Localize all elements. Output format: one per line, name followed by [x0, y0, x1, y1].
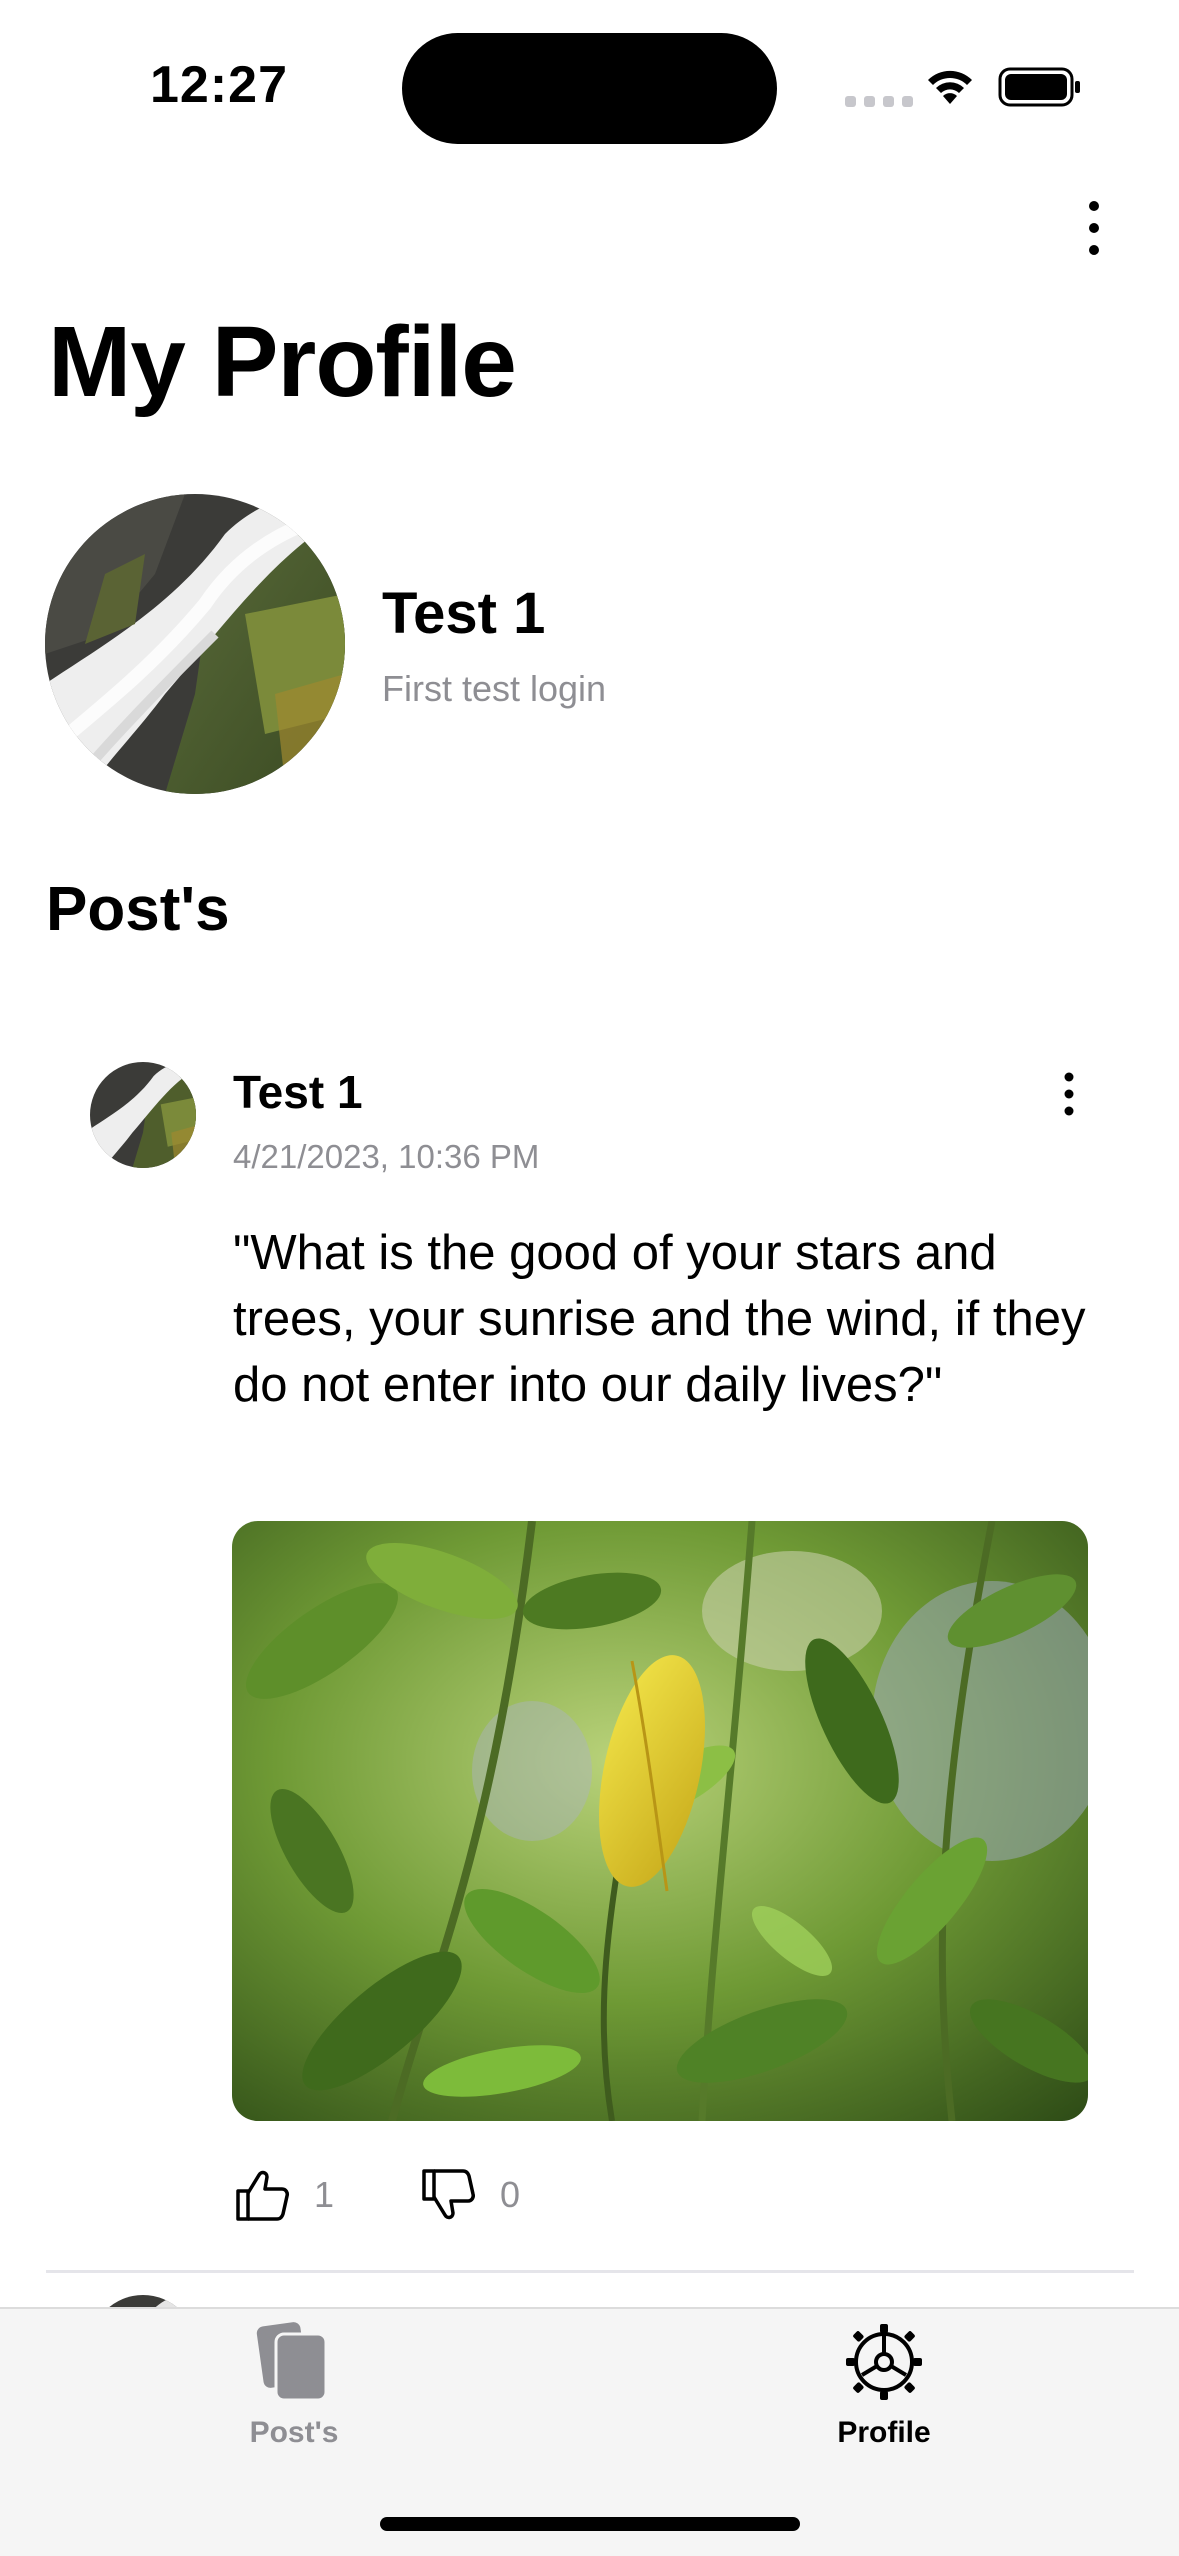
post-author-avatar[interactable]: [90, 1062, 196, 1168]
like-button[interactable]: 1: [232, 2160, 334, 2230]
page-title: My Profile: [48, 306, 517, 418]
dynamic-island: [402, 33, 777, 144]
post-image[interactable]: [232, 1521, 1088, 2121]
gear-icon: [846, 2324, 922, 2400]
thumbs-down-icon: [422, 2169, 475, 2220]
status-time: 12:27: [150, 56, 288, 114]
dislike-count: 0: [500, 2174, 521, 2215]
tab-posts-label: Post's: [249, 2416, 339, 2449]
post-author-name: Test 1: [233, 1066, 363, 1118]
post-divider: [46, 2270, 1134, 2273]
post-more-options-button[interactable]: [1052, 1070, 1086, 1118]
posts-section-title: Post's: [46, 875, 230, 944]
profile-avatar[interactable]: [45, 494, 345, 794]
home-indicator[interactable]: [380, 2517, 800, 2531]
profile-bio: First test login: [382, 668, 607, 709]
post-text: "What is the good of your stars and tree…: [233, 1226, 1086, 1412]
tab-profile[interactable]: Profile: [754, 2320, 1014, 2460]
profile-name: Test 1: [382, 581, 546, 646]
more-options-button[interactable]: [1076, 198, 1112, 258]
tab-posts[interactable]: Post's: [164, 2320, 424, 2460]
documents-icon: [256, 2322, 328, 2402]
battery-icon: [998, 67, 1080, 107]
post-date: 4/21/2023, 10:36 PM: [233, 1138, 540, 1175]
like-count: 1: [314, 2174, 335, 2215]
wifi-icon: [928, 70, 972, 104]
dislike-button[interactable]: 0: [418, 2160, 520, 2230]
cellular-signal-icon: [845, 96, 913, 107]
thumbs-up-icon: [236, 2170, 289, 2221]
tab-profile-label: Profile: [837, 2416, 931, 2449]
screen: 12:27 My Profile Test 1 First test login…: [0, 0, 1179, 2556]
